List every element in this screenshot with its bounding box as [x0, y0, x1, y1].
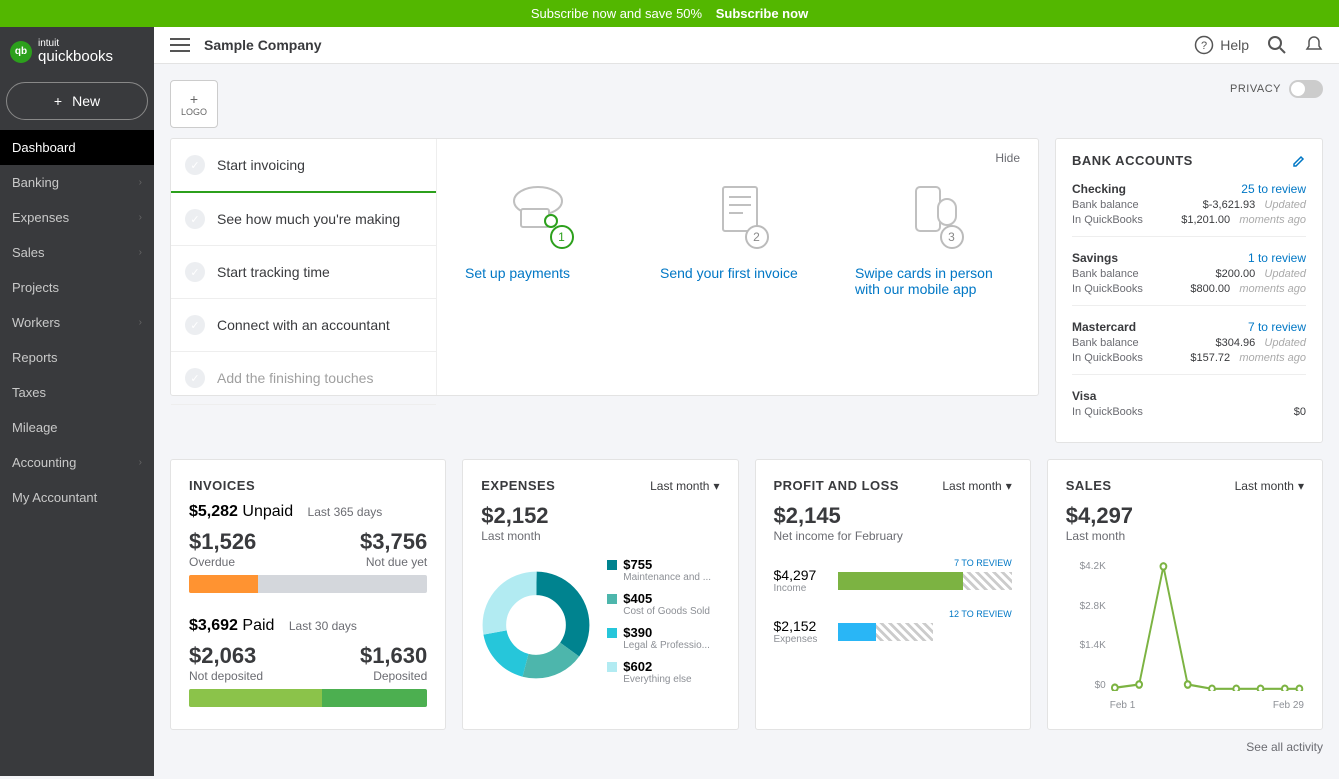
menu-icon[interactable] [170, 38, 190, 52]
edit-icon[interactable] [1292, 154, 1306, 168]
sidebar: qb intuit quickbooks + New DashboardBank… [0, 27, 154, 776]
sales-period-select[interactable]: Last month ▾ [1235, 479, 1304, 493]
setup-tab-0[interactable]: ✓Start invoicing [171, 139, 436, 193]
unpaid-bar [189, 575, 427, 593]
chevron-down-icon: ▾ [713, 479, 719, 493]
step-setup-payments[interactable]: Set up payments [465, 265, 620, 281]
expense-legend-item: $390Legal & Professio... [607, 625, 719, 651]
check-icon: ✓ [185, 155, 205, 175]
nav-item-my-accountant[interactable]: My Accountant [0, 480, 154, 515]
paid-summary: $3,692 Paid [189, 617, 274, 634]
expenses-widget: EXPENSES Last month ▾ $2,152 Last month … [462, 459, 738, 730]
promo-banner: Subscribe now and save 50% Subscribe now [0, 0, 1339, 27]
nav-item-mileage[interactable]: Mileage [0, 410, 154, 445]
bank-account-row[interactable]: Savings1 to reviewBank balance$200.00 Up… [1072, 251, 1306, 306]
chevron-down-icon: ▾ [1006, 479, 1012, 493]
topbar: Sample Company ? Help [154, 27, 1339, 64]
bank-account-row[interactable]: Mastercard7 to reviewBank balance$304.96… [1072, 320, 1306, 375]
nav-item-accounting[interactable]: Accounting› [0, 445, 154, 480]
help-link[interactable]: ? Help [1194, 35, 1249, 55]
nav-item-banking[interactable]: Banking› [0, 165, 154, 200]
search-icon[interactable] [1267, 35, 1287, 55]
profit-loss-widget: PROFIT AND LOSS Last month ▾ $2,145 Net … [755, 459, 1031, 730]
banner-cta[interactable]: Subscribe now [716, 6, 808, 21]
chevron-right-icon: › [139, 247, 142, 258]
check-icon: ✓ [185, 368, 205, 388]
see-all-activity-link[interactable]: See all activity [170, 740, 1323, 754]
banner-text: Subscribe now and save 50% [531, 6, 702, 21]
setup-tab-1[interactable]: ✓See how much you're making [171, 193, 436, 246]
expenses-period-select[interactable]: Last month ▾ [650, 479, 719, 493]
nav: DashboardBanking›Expenses›Sales›Projects… [0, 130, 154, 776]
qb-circle-icon: qb [10, 41, 32, 63]
sales-line-chart: $4.2K$2.8K$1.4K$0 Feb 1Feb 29 [1066, 561, 1304, 711]
bell-icon[interactable] [1305, 35, 1323, 55]
nav-item-sales[interactable]: Sales› [0, 235, 154, 270]
nav-item-expenses[interactable]: Expenses› [0, 200, 154, 235]
expense-legend-item: $602Everything else [607, 659, 719, 685]
nav-item-projects[interactable]: Projects [0, 270, 154, 305]
svg-text:?: ? [1201, 40, 1207, 52]
pl-period-select[interactable]: Last month ▾ [942, 479, 1011, 493]
expense-legend-item: $405Cost of Goods Sold [607, 591, 719, 617]
unpaid-summary: $5,282 Unpaid [189, 503, 293, 520]
privacy-toggle[interactable] [1289, 80, 1323, 98]
nav-item-reports[interactable]: Reports [0, 340, 154, 375]
invoices-widget: INVOICES $5,282 Unpaid Last 365 days $1,… [170, 459, 446, 730]
privacy-toggle-area: PRIVACY [1230, 80, 1323, 98]
check-icon: ✓ [185, 262, 205, 282]
bank-account-row[interactable]: VisaIn QuickBooks$0 [1072, 389, 1306, 428]
income-review-link[interactable]: 7 TO REVIEW [954, 558, 1012, 568]
company-name: Sample Company [204, 37, 321, 53]
setup-tab-2[interactable]: ✓Start tracking time [171, 246, 436, 299]
nav-item-dashboard[interactable]: Dashboard [0, 130, 154, 165]
setup-tab-4[interactable]: ✓Add the finishing touches [171, 352, 436, 405]
bank-accounts-card: BANK ACCOUNTS Checking25 to reviewBank b… [1055, 138, 1323, 443]
step-mobile-swipe[interactable]: Swipe cards in person with our mobile ap… [855, 265, 1010, 297]
hide-link[interactable]: Hide [995, 151, 1020, 165]
bank-title: BANK ACCOUNTS [1072, 153, 1193, 168]
chevron-down-icon: ▾ [1298, 479, 1304, 493]
plus-icon: + [54, 93, 62, 109]
sales-widget: SALES Last month ▾ $4,297 Last month $4.… [1047, 459, 1323, 730]
chevron-right-icon: › [139, 317, 142, 328]
check-icon: ✓ [185, 315, 205, 335]
step-send-invoice[interactable]: Send your first invoice [660, 265, 815, 281]
chevron-right-icon: › [139, 457, 142, 468]
income-bar [838, 572, 1012, 590]
expenses-donut-chart [481, 570, 591, 680]
chevron-right-icon: › [139, 212, 142, 223]
check-icon: ✓ [185, 209, 205, 229]
paid-bar [189, 689, 427, 707]
new-button[interactable]: + New [6, 82, 148, 120]
nav-item-taxes[interactable]: Taxes [0, 375, 154, 410]
bank-account-row[interactable]: Checking25 to reviewBank balance$-3,621.… [1072, 182, 1306, 237]
nav-item-workers[interactable]: Workers› [0, 305, 154, 340]
plus-icon: + [190, 91, 198, 107]
brand-logo: qb intuit quickbooks [0, 27, 154, 72]
setup-card: ✓Start invoicing✓See how much you're mak… [170, 138, 1039, 396]
expense-legend-item: $755Maintenance and ... [607, 557, 719, 583]
help-icon: ? [1194, 35, 1214, 55]
expenses-bar [838, 623, 934, 641]
cloud-payments-icon: 1 [465, 169, 620, 249]
add-logo-button[interactable]: + LOGO [170, 80, 218, 128]
chevron-right-icon: › [139, 177, 142, 188]
invoice-doc-icon: 2 [660, 169, 815, 249]
setup-tab-3[interactable]: ✓Connect with an accountant [171, 299, 436, 352]
expenses-review-link[interactable]: 12 TO REVIEW [949, 609, 1012, 619]
mobile-swipe-icon: 3 [855, 169, 1010, 249]
